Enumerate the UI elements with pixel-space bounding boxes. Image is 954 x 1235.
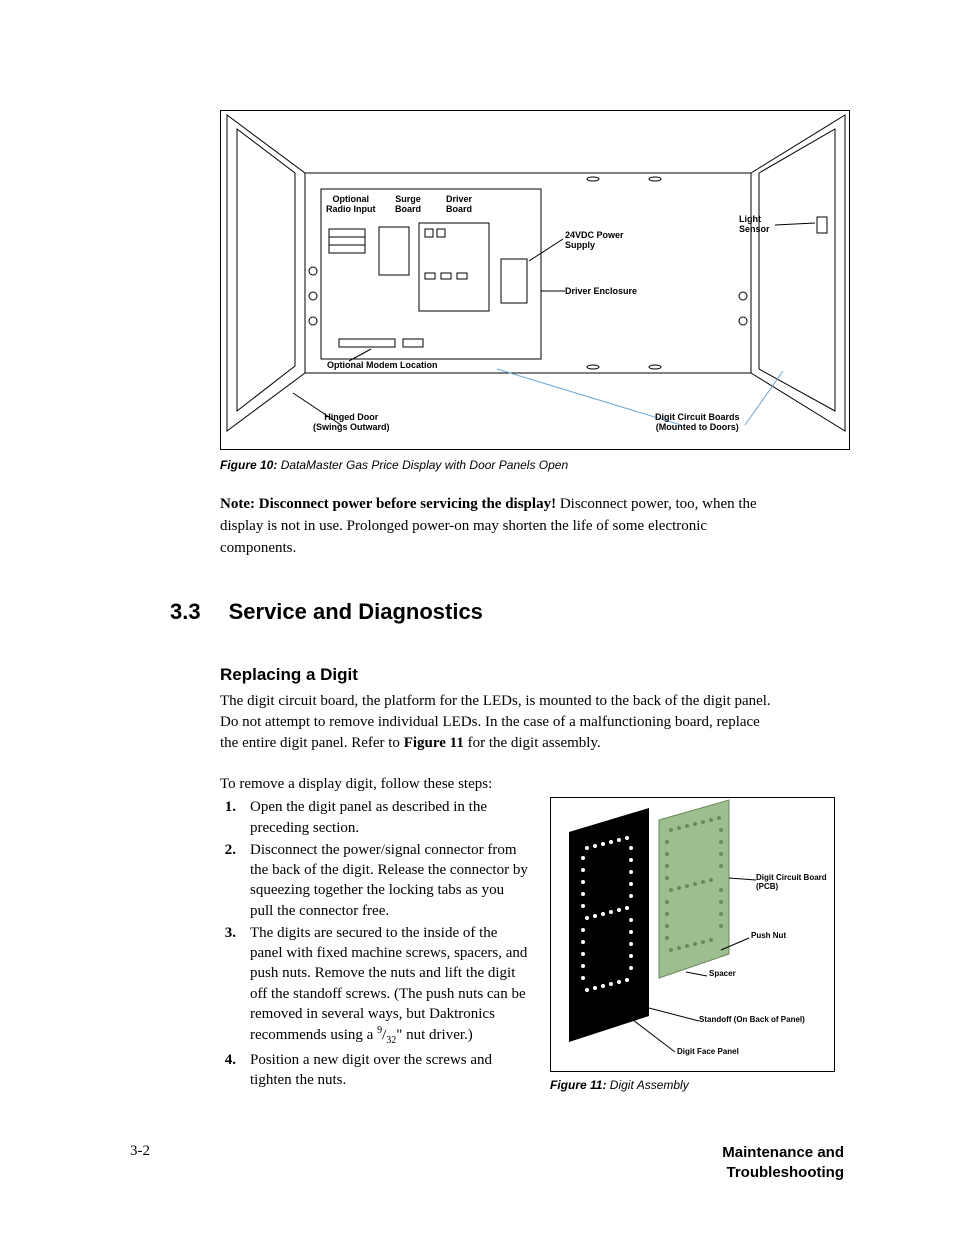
note-bold: Note: Disconnect power before servicing … bbox=[220, 496, 556, 512]
label-driver-enclosure: Driver Enclosure bbox=[565, 287, 637, 297]
label-pcb: Digit Circuit Board (PCB) bbox=[756, 874, 834, 892]
figure-11-diagram: Digit Circuit Board (PCB) Push Nut Space… bbox=[550, 797, 835, 1072]
step-2: 2. Disconnect the power/signal connector… bbox=[220, 840, 530, 921]
step-4-number: 4. bbox=[220, 1050, 236, 1091]
note-block: Note: Disconnect power before servicing … bbox=[220, 494, 775, 559]
label-power-supply: 24VDC Power Supply bbox=[565, 231, 624, 251]
para-figref: Figure 11 bbox=[404, 735, 464, 751]
label-standoff: Standoff (On Back of Panel) bbox=[699, 1016, 805, 1025]
step-2-text: Disconnect the power/signal connector fr… bbox=[250, 840, 530, 921]
figure-10-caption: Figure 10: DataMaster Gas Price Display … bbox=[220, 458, 844, 472]
figure-11-caption-text: Digit Assembly bbox=[606, 1078, 688, 1092]
figure-10-caption-number: Figure 10: bbox=[220, 458, 277, 472]
page-footer: 3-2 Maintenance and Troubleshooting bbox=[130, 1143, 844, 1184]
step-3: 3. The digits are secured to the inside … bbox=[220, 923, 530, 1048]
figure-11-caption: Figure 11: Digit Assembly bbox=[550, 1078, 835, 1092]
figure-11-svg bbox=[551, 798, 836, 1073]
section-heading: 3.3 Service and Diagnostics bbox=[170, 599, 844, 625]
step-1-text: Open the digit panel as described in the… bbox=[250, 797, 530, 838]
label-optional-modem: Optional Modem Location bbox=[327, 361, 438, 371]
figure-10-caption-text: DataMaster Gas Price Display with Door P… bbox=[277, 458, 568, 472]
step-4-text: Position a new digit over the screws and… bbox=[250, 1050, 530, 1091]
label-driver-board: Driver Board bbox=[446, 195, 472, 215]
label-spacer: Spacer bbox=[709, 970, 736, 979]
two-column-layout: 1. Open the digit panel as described in … bbox=[220, 797, 844, 1092]
label-digit-boards: Digit Circuit Boards (Mounted to Doors) bbox=[655, 413, 740, 433]
step-4: 4. Position a new digit over the screws … bbox=[220, 1050, 530, 1091]
step-3-number: 3. bbox=[220, 923, 236, 1048]
label-light-sensor: Light Sensor bbox=[739, 215, 770, 235]
section-number: 3.3 bbox=[170, 599, 201, 625]
figure-11-caption-number: Figure 11: bbox=[550, 1078, 606, 1092]
figure-11-column: Digit Circuit Board (PCB) Push Nut Space… bbox=[550, 797, 835, 1092]
footer-page-number: 3-2 bbox=[130, 1143, 150, 1160]
figure-10-diagram: Optional Radio Input Surge Board Driver … bbox=[220, 110, 850, 450]
step-1-number: 1. bbox=[220, 797, 236, 838]
steps-column: 1. Open the digit panel as described in … bbox=[220, 797, 530, 1092]
section-title: Service and Diagnostics bbox=[229, 599, 483, 625]
step-1: 1. Open the digit panel as described in … bbox=[220, 797, 530, 838]
para-tail: for the digit assembly. bbox=[464, 735, 601, 751]
figure-10-svg bbox=[221, 111, 851, 451]
label-surge-board: Surge Board bbox=[395, 195, 421, 215]
step-3-text: The digits are secured to the inside of … bbox=[250, 923, 530, 1048]
label-push-nut: Push Nut bbox=[751, 932, 786, 941]
footer-section-title: Maintenance and Troubleshooting bbox=[644, 1143, 844, 1184]
label-face-panel: Digit Face Panel bbox=[677, 1048, 739, 1057]
label-optional-radio-input: Optional Radio Input bbox=[326, 195, 376, 215]
step-2-number: 2. bbox=[220, 840, 236, 921]
subsection-paragraph: The digit circuit board, the platform fo… bbox=[220, 691, 780, 754]
label-hinged-door: Hinged Door (Swings Outward) bbox=[313, 413, 390, 433]
steps-intro: To remove a display digit, follow these … bbox=[220, 776, 844, 793]
subsection-heading: Replacing a Digit bbox=[220, 665, 844, 685]
